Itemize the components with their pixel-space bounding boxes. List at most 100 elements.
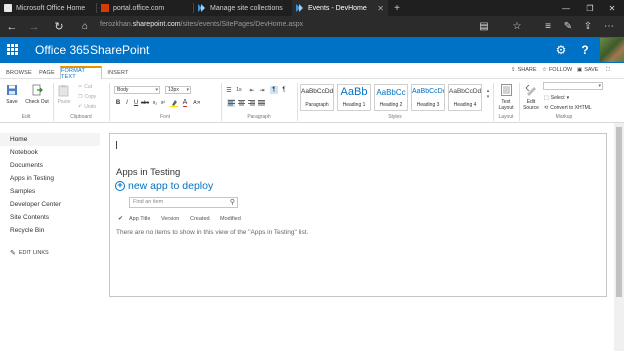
page-scrollbar[interactable] bbox=[614, 123, 624, 351]
save-button[interactable]: Save bbox=[4, 83, 20, 105]
decrease-indent-icon[interactable]: ⇤ bbox=[248, 86, 256, 94]
avatar[interactable] bbox=[600, 38, 624, 62]
cut-button[interactable]: ✂ Cut bbox=[78, 83, 92, 91]
column-header-app-title[interactable]: App Title bbox=[129, 216, 150, 222]
app-launcher-icon[interactable] bbox=[7, 44, 18, 55]
close-tab-icon[interactable]: ✕ bbox=[377, 4, 384, 13]
nav-item-documents[interactable]: Documents bbox=[0, 159, 100, 172]
ribbon: Save Check Out Edit Paste ✂ Cut ❐ Copy ↶… bbox=[0, 80, 624, 123]
browser-tab[interactable]: portal.office.com bbox=[97, 0, 193, 16]
browser-tab[interactable]: Microsoft Office Home bbox=[0, 0, 96, 16]
align-right-icon[interactable] bbox=[247, 99, 255, 107]
minimize-icon[interactable]: — bbox=[556, 0, 576, 16]
forward-icon[interactable]: → bbox=[25, 18, 43, 35]
underline-button[interactable]: U bbox=[132, 99, 140, 107]
web-part-title[interactable]: Apps in Testing bbox=[116, 167, 180, 178]
select-all-checkmark-icon[interactable]: ✔ bbox=[118, 215, 123, 222]
tab-page[interactable]: PAGE bbox=[35, 66, 59, 79]
clear-format-icon[interactable]: A✕ bbox=[193, 99, 201, 107]
hub-icon[interactable]: ≡ bbox=[540, 19, 556, 34]
address-bar: ← → ↻ ⌂ ferozkhan.sharepoint.com/sites/e… bbox=[0, 16, 624, 37]
text-layout-button[interactable]: Text Layout bbox=[495, 83, 517, 111]
suite-app-name[interactable]: SharePoint bbox=[90, 43, 149, 57]
styles-scroll-icon[interactable]: ▴ ▾ bbox=[484, 88, 492, 100]
search-icon[interactable]: ⚲ bbox=[230, 198, 235, 207]
refresh-icon[interactable]: ↻ bbox=[50, 18, 68, 35]
column-header-created[interactable]: Created bbox=[190, 216, 210, 222]
undo-button[interactable]: ↶ Undo bbox=[78, 103, 96, 111]
style-name: Paragraph bbox=[305, 102, 329, 108]
browser-tab-bar: Microsoft Office Home portal.office.com … bbox=[0, 0, 624, 16]
style-heading-4[interactable]: AaBbCcDd Heading 4 bbox=[448, 84, 482, 111]
tab-format-text[interactable]: FORMAT TEXT bbox=[60, 66, 102, 80]
style-heading-3[interactable]: AaBbCcDc Heading 3 bbox=[411, 84, 445, 111]
nav-item-notebook[interactable]: Notebook bbox=[0, 146, 100, 159]
tab-browse[interactable]: BROWSE bbox=[4, 66, 34, 79]
select-button[interactable]: ⬚ Select ▾ bbox=[544, 94, 569, 102]
style-heading-1[interactable]: AaBb Heading 1 bbox=[337, 84, 371, 111]
convert-xhtml-button[interactable]: ⟲ Convert to XHTML bbox=[544, 104, 592, 112]
subscript-button[interactable]: x₂ bbox=[151, 99, 159, 107]
align-center-icon[interactable] bbox=[237, 99, 245, 107]
font-size-dropdown[interactable]: 13px bbox=[165, 86, 191, 94]
new-tab-button[interactable]: + bbox=[390, 0, 404, 16]
nav-item-samples[interactable]: Samples bbox=[0, 185, 100, 198]
style-sample: AaBbCcDdI bbox=[301, 88, 333, 95]
edit-links-button[interactable]: ✎ EDIT LINKS bbox=[10, 249, 49, 257]
nav-item-home[interactable]: Home bbox=[0, 133, 100, 146]
focus-on-content-icon[interactable]: ⛶ bbox=[606, 67, 610, 74]
column-header-version[interactable]: Version bbox=[161, 216, 179, 222]
increase-indent-icon[interactable]: ⇥ bbox=[258, 86, 266, 94]
edit-source-button[interactable]: Edit Source bbox=[521, 83, 541, 111]
paste-button[interactable]: Paste bbox=[56, 83, 72, 105]
nav-item-apps-in-testing[interactable]: Apps in Testing bbox=[0, 172, 100, 185]
close-window-icon[interactable]: ✕ bbox=[602, 0, 622, 16]
bullet-list-icon[interactable]: ☰ bbox=[225, 86, 233, 94]
numbered-list-icon[interactable]: 1≡ bbox=[235, 86, 243, 94]
follow-button[interactable]: ☆ FOLLOW bbox=[542, 67, 572, 73]
ltr-icon[interactable]: ¶ bbox=[270, 86, 278, 94]
strikethrough-button[interactable]: abc bbox=[141, 99, 149, 107]
more-icon[interactable]: ⋯ bbox=[601, 19, 617, 34]
align-left-icon[interactable] bbox=[227, 99, 235, 107]
save-action-button[interactable]: ▣ SAVE bbox=[577, 67, 598, 73]
markup-styles-dropdown[interactable] bbox=[543, 82, 603, 90]
italic-button[interactable]: I bbox=[123, 99, 131, 107]
superscript-button[interactable]: x² bbox=[159, 99, 167, 107]
help-icon[interactable]: ? bbox=[574, 37, 596, 63]
bold-button[interactable]: B bbox=[114, 99, 122, 107]
copy-button[interactable]: ❐ Copy bbox=[78, 93, 96, 101]
tab-title: portal.office.com bbox=[113, 4, 165, 12]
save-label: Save bbox=[6, 99, 18, 105]
reading-view-icon[interactable]: ▤ bbox=[476, 19, 492, 34]
font-color-icon[interactable]: A bbox=[181, 99, 189, 107]
browser-tab[interactable]: Manage site collections bbox=[194, 0, 290, 16]
scrollbar-thumb[interactable] bbox=[616, 127, 622, 297]
nav-item-site-contents[interactable]: Site Contents bbox=[0, 211, 100, 224]
rtl-icon[interactable]: ¶ bbox=[280, 86, 288, 94]
web-note-icon[interactable]: ✎ bbox=[560, 19, 576, 34]
style-heading-2[interactable]: AaBbCc Heading 2 bbox=[374, 84, 408, 111]
check-out-button[interactable]: Check Out bbox=[23, 83, 51, 105]
browser-tab-active[interactable]: Events - DevHome ✕ bbox=[292, 0, 388, 16]
suite-brand[interactable]: Office 365 bbox=[35, 43, 89, 57]
justify-icon[interactable] bbox=[257, 99, 265, 107]
home-icon[interactable]: ⌂ bbox=[76, 18, 94, 35]
favorite-star-icon[interactable]: ☆ bbox=[509, 19, 525, 34]
new-app-link[interactable]: + new app to deploy bbox=[115, 180, 213, 192]
find-item-search-input[interactable]: Find an item ⚲ bbox=[129, 197, 238, 208]
highlight-color-icon[interactable] bbox=[170, 99, 178, 107]
nav-item-developer-center[interactable]: Developer Center bbox=[0, 198, 100, 211]
settings-gear-icon[interactable]: ⚙ bbox=[550, 37, 572, 63]
url-field[interactable]: ferozkhan.sharepoint.com/sites/events/Si… bbox=[100, 21, 303, 28]
column-header-modified[interactable]: Modified bbox=[220, 216, 241, 222]
font-family-dropdown[interactable]: Body bbox=[114, 86, 160, 94]
style-paragraph[interactable]: AaBbCcDdI Paragraph bbox=[300, 84, 334, 111]
nav-item-recycle-bin[interactable]: Recycle Bin bbox=[0, 224, 100, 237]
page-content-editor[interactable]: Apps in Testing + new app to deploy Find… bbox=[109, 133, 607, 297]
share-icon[interactable]: ⇪ bbox=[580, 19, 596, 34]
tab-insert[interactable]: INSERT bbox=[104, 66, 132, 79]
share-button[interactable]: ⇪ SHARE bbox=[511, 67, 537, 73]
back-icon[interactable]: ← bbox=[3, 18, 21, 35]
restore-icon[interactable]: ❐ bbox=[580, 0, 600, 16]
